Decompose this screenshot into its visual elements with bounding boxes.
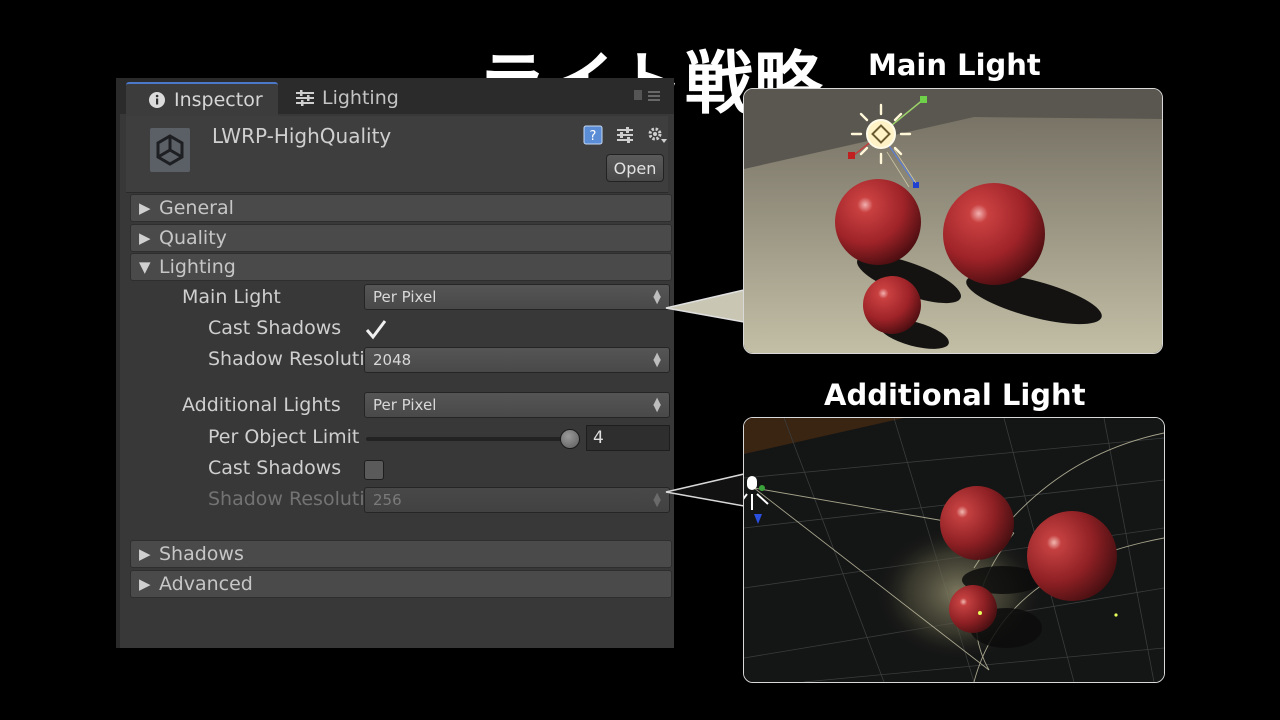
red-sphere: [949, 585, 997, 633]
red-sphere: [863, 276, 921, 334]
additional-light-viewport: [743, 417, 1165, 683]
red-sphere: [943, 183, 1045, 285]
main-light-callout: [665, 289, 745, 323]
red-sphere: [940, 486, 1014, 560]
main-light-viewport: [743, 88, 1163, 354]
red-sphere: [1027, 511, 1117, 601]
additional-light-callout: [665, 473, 745, 507]
red-sphere: [835, 179, 921, 265]
